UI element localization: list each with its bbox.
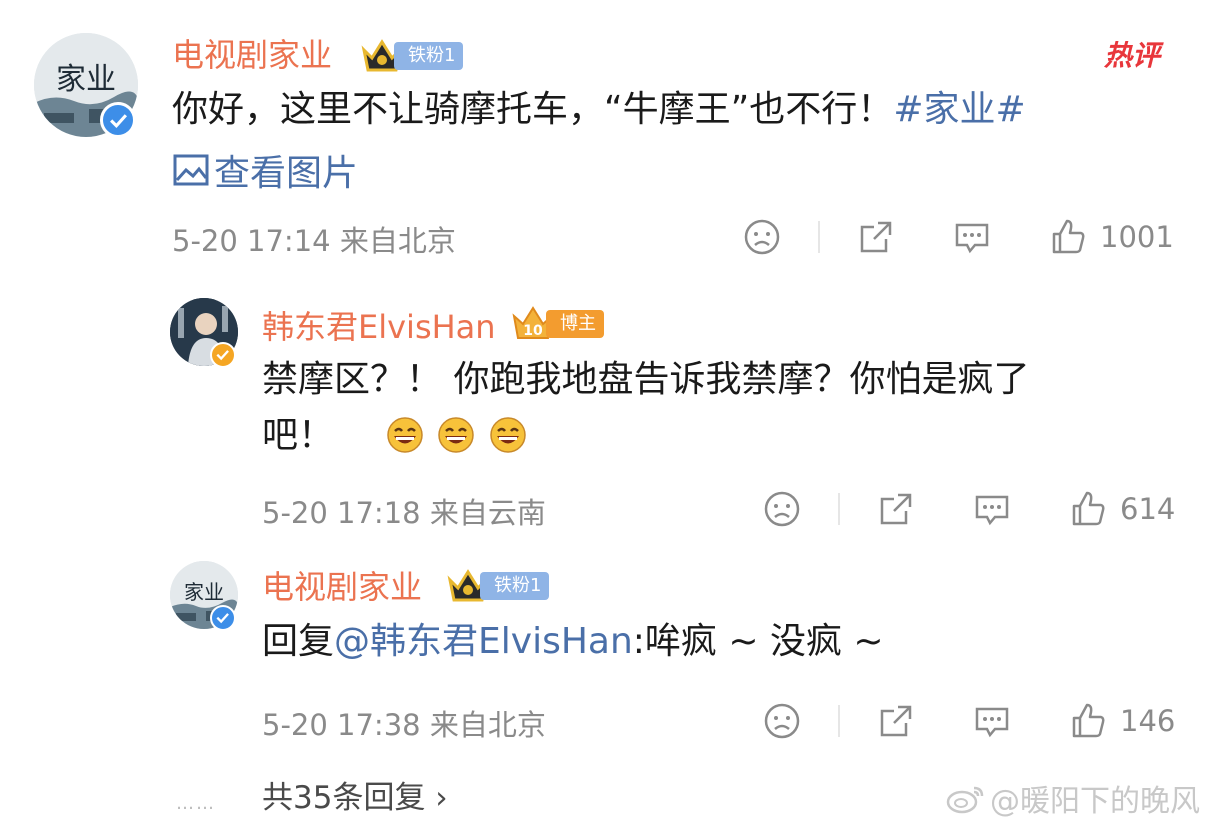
verified-icon bbox=[100, 102, 136, 138]
fan-badge[interactable]: 铁粉1 bbox=[360, 36, 464, 76]
share-icon[interactable] bbox=[856, 217, 896, 257]
comment-text: 你好，这里不让骑摩托车，“牛摩王”也不行！#家业# bbox=[172, 89, 1026, 130]
reply-text: 禁摩区？！ 你跑我地盘告诉我禁摩？你怕是疯了 bbox=[262, 359, 1030, 400]
more-dots: …… bbox=[176, 793, 216, 814]
weibo-logo-icon bbox=[946, 786, 984, 814]
laugh-emoji-icon bbox=[387, 417, 423, 453]
dislike-icon[interactable] bbox=[742, 217, 782, 257]
view-pictures-link[interactable]: 查看图片 bbox=[172, 144, 358, 196]
comment-actions: 1001 bbox=[742, 217, 1174, 257]
reply-meta: 5-20 17:18 来自云南 bbox=[262, 496, 546, 530]
reply-actions: 614 bbox=[762, 489, 1175, 529]
fan-badge[interactable]: 铁粉1 bbox=[446, 566, 550, 606]
like-icon[interactable] bbox=[1068, 489, 1108, 529]
comment-meta: 5-20 17:14 来自北京 bbox=[172, 224, 456, 258]
comment-icon[interactable] bbox=[952, 217, 992, 257]
svg-text:家业: 家业 bbox=[184, 580, 224, 604]
divider bbox=[818, 221, 820, 253]
watermark: @暖阳下的晚风 bbox=[946, 776, 1200, 820]
like-count: 614 bbox=[1120, 492, 1176, 526]
username[interactable]: 韩东君ElvisHan bbox=[262, 302, 496, 348]
dislike-icon[interactable] bbox=[762, 701, 802, 741]
hot-comment-label: 热评 bbox=[1104, 39, 1161, 72]
verified-icon bbox=[210, 605, 236, 631]
divider bbox=[838, 493, 840, 525]
svg-text:家业: 家业 bbox=[56, 62, 116, 97]
topic-link[interactable]: #家业# bbox=[893, 89, 1025, 130]
like-icon[interactable] bbox=[1048, 217, 1088, 257]
reply-meta: 5-20 17:38 来自北京 bbox=[262, 708, 546, 742]
laugh-emoji-icon bbox=[490, 417, 526, 453]
image-icon bbox=[173, 154, 209, 186]
dislike-icon[interactable] bbox=[762, 489, 802, 529]
reply-text: 回复@韩东君ElvisHan:哞疯 ~ 没疯 ~ bbox=[262, 621, 884, 662]
comment-icon[interactable] bbox=[972, 701, 1012, 741]
svg-text:10: 10 bbox=[523, 323, 543, 339]
reply-actions: 146 bbox=[762, 701, 1175, 741]
verified-icon bbox=[210, 342, 236, 368]
like-count: 146 bbox=[1120, 704, 1176, 738]
divider bbox=[838, 705, 840, 737]
like-icon[interactable] bbox=[1068, 701, 1108, 741]
reply-text-line2: 吧！ bbox=[262, 408, 530, 464]
more-replies-link[interactable]: 共35条回复 › bbox=[262, 772, 448, 817]
username[interactable]: 电视剧家业 bbox=[172, 30, 332, 76]
laugh-emoji-icon bbox=[438, 417, 475, 453]
like-count: 1001 bbox=[1100, 220, 1174, 254]
share-icon[interactable] bbox=[876, 489, 916, 529]
mention-link[interactable]: @韩东君ElvisHan bbox=[334, 621, 633, 662]
share-icon[interactable] bbox=[876, 701, 916, 741]
username[interactable]: 电视剧家业 bbox=[262, 562, 422, 608]
blogger-badge[interactable]: 10 博主 bbox=[510, 304, 604, 344]
comment-icon[interactable] bbox=[972, 489, 1012, 529]
